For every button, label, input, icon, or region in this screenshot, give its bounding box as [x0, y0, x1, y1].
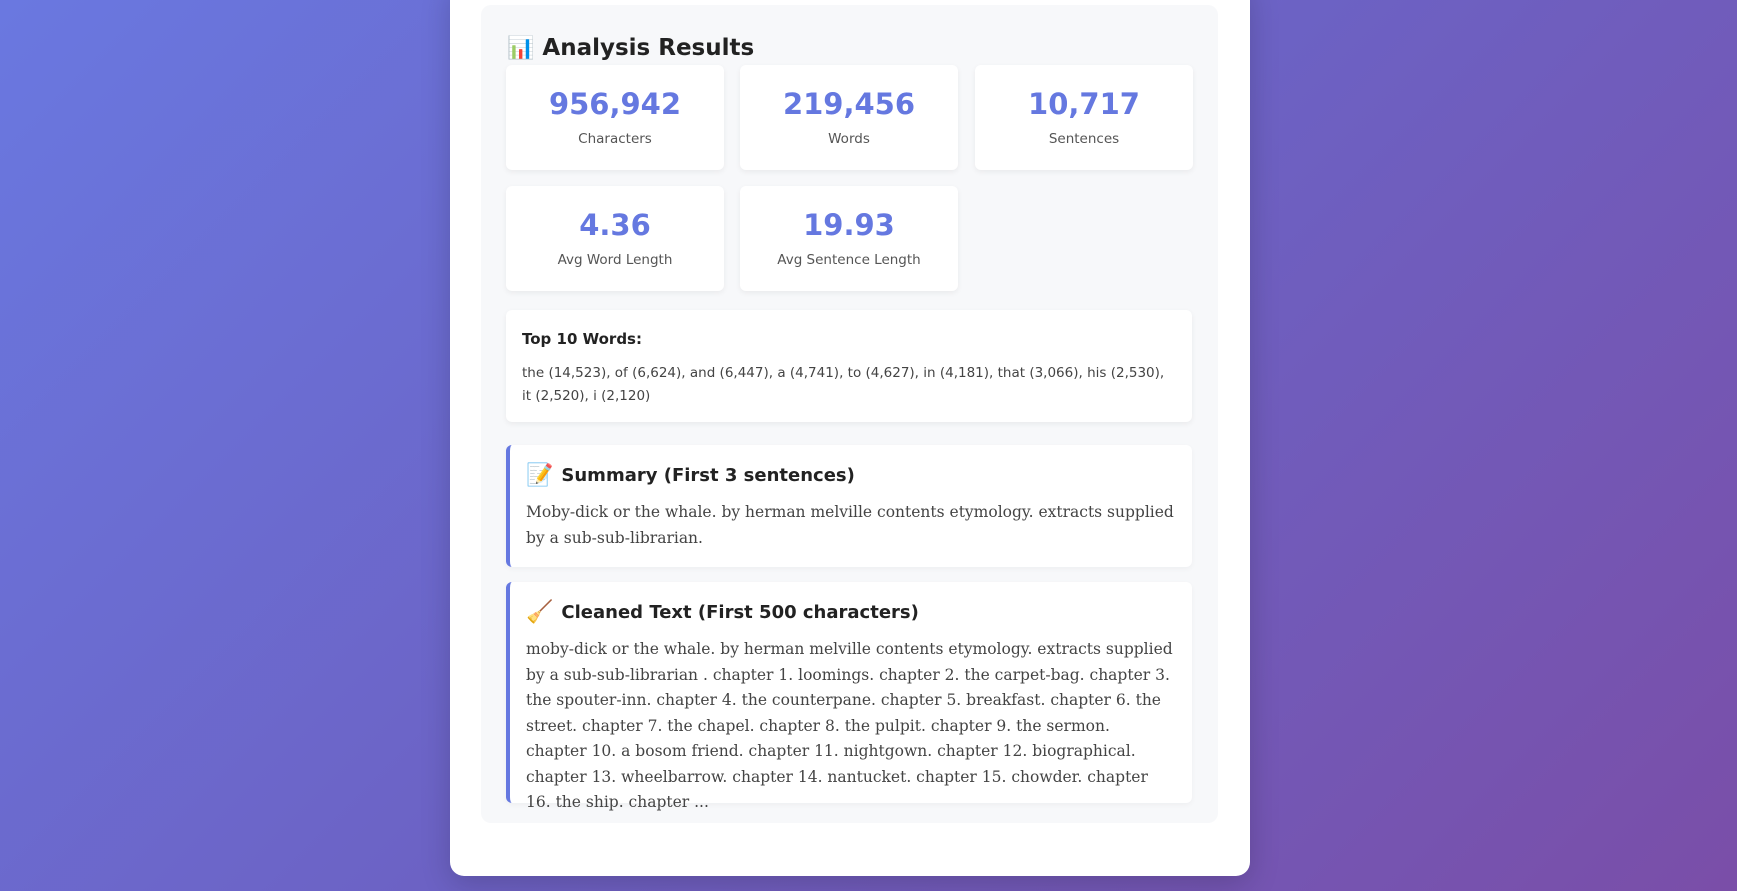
- summary-title: 📝 Summary (First 3 sentences): [526, 463, 1174, 488]
- stat-label: Avg Sentence Length: [777, 252, 921, 268]
- stat-card-words: 219,456 Words: [740, 65, 958, 170]
- stat-card-characters: 956,942 Characters: [506, 65, 724, 170]
- summary-text: Moby-dick or the whale. by herman melvil…: [526, 503, 1174, 547]
- stat-value: 19.93: [803, 208, 895, 242]
- top-words-list: the (14,523), of (6,624), and (6,447), a…: [522, 365, 1165, 404]
- stat-label: Characters: [578, 131, 652, 147]
- stat-value: 956,942: [548, 87, 682, 121]
- stat-label: Sentences: [1048, 131, 1120, 147]
- results-title: 📊 Analysis Results: [507, 35, 754, 61]
- main-card: 📊 Analysis Results 956,942 Characters 21…: [450, 0, 1250, 876]
- broom-icon: 🧹: [526, 600, 554, 625]
- cleaned-text-section: 🧹 Cleaned Text (First 500 characters) mo…: [506, 582, 1192, 811]
- memo-icon: 📝: [526, 463, 554, 488]
- stat-card-avg-word-length: 4.36 Avg Word Length: [506, 186, 724, 291]
- analysis-results-panel: 📊 Analysis Results 956,942 Characters 21…: [481, 5, 1218, 823]
- cleaned-text: moby-dick or the whale. by herman melvil…: [526, 640, 1173, 811]
- stat-card-sentences: 10,717 Sentences: [975, 65, 1193, 170]
- bar-chart-icon: 📊: [507, 35, 535, 61]
- summary-title-text: Summary (First 3 sentences): [561, 465, 855, 486]
- top-words-card: Top 10 Words: the (14,523), of (6,624), …: [506, 310, 1192, 422]
- stat-label: Words: [828, 131, 870, 147]
- results-title-text: Analysis Results: [542, 35, 755, 61]
- stat-value: 219,456: [782, 87, 916, 121]
- stat-value: 4.36: [579, 208, 651, 242]
- stat-value: 10,717: [1028, 87, 1140, 121]
- top-words-title: Top 10 Words:: [522, 330, 642, 348]
- cleaned-text-title: 🧹 Cleaned Text (First 500 characters): [526, 600, 1174, 625]
- stat-label: Avg Word Length: [557, 252, 673, 268]
- stat-card-avg-sentence-length: 19.93 Avg Sentence Length: [740, 186, 958, 291]
- summary-section: 📝 Summary (First 3 sentences) Moby-dick …: [506, 445, 1192, 567]
- cleaned-text-title-text: Cleaned Text (First 500 characters): [561, 602, 919, 623]
